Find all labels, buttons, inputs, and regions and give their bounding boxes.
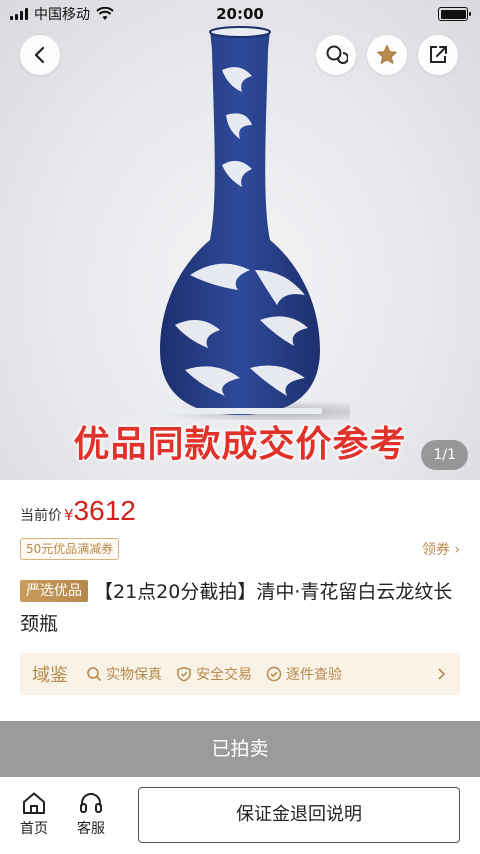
check-circle-icon <box>266 666 282 682</box>
home-label: 首页 <box>20 821 48 837</box>
current-price: 当前价 ¥ 3612 <box>20 495 136 527</box>
search-icon <box>87 667 102 682</box>
chevron-left-icon <box>34 46 45 64</box>
back-button[interactable] <box>20 35 60 75</box>
share-icon <box>430 46 447 63</box>
star-icon <box>377 45 397 64</box>
assurance-bar[interactable]: 域鉴 实物保真 安全交易 逐件查验 <box>20 653 460 695</box>
item-title: 严选优品 【21点20分截拍】清中·青花留白云龙纹长颈瓶 <box>20 576 460 640</box>
image-pager: 1/1 <box>421 440 468 470</box>
deposit-refund-button[interactable]: 保证金退回说明 <box>138 787 460 843</box>
service-label: 客服 <box>77 821 105 837</box>
wifi-icon <box>96 7 114 20</box>
headset-icon <box>80 793 102 813</box>
vase-image <box>158 26 350 420</box>
assurance-item: 实物保真 <box>86 664 162 684</box>
sold-status-bar: 已拍卖 <box>0 721 480 777</box>
chat-button[interactable] <box>316 35 356 75</box>
coupon-badge[interactable]: 50元优品满减券 <box>20 538 120 560</box>
selection-tag: 严选优品 <box>20 580 88 602</box>
product-image[interactable]: 中国移动 20:00 优品同款成交价参考 1/1 <box>0 0 480 480</box>
favorite-button[interactable] <box>367 35 407 75</box>
shield-icon <box>177 666 191 682</box>
bottom-bar: 首页 客服 保证金退回说明 <box>0 777 480 854</box>
share-button[interactable] <box>418 35 458 75</box>
price-value: 3612 <box>73 495 136 526</box>
chat-icon <box>326 45 348 64</box>
home-icon <box>23 792 45 814</box>
assurance-item: 安全交易 <box>176 664 252 684</box>
price-currency: ¥ <box>64 506 74 524</box>
battery-icon <box>438 7 471 21</box>
chevron-right-icon <box>438 668 446 680</box>
signal-icon <box>10 8 28 20</box>
price-label: 当前价 <box>20 508 62 524</box>
carrier-label: 中国移动 <box>34 7 90 23</box>
claim-coupon-link[interactable]: 领券 › <box>422 539 460 559</box>
assurance-item: 逐件查验 <box>266 664 342 684</box>
assurance-brand: 域鉴 <box>32 665 68 686</box>
status-bar: 中国移动 20:00 <box>0 0 480 28</box>
customer-service-button[interactable]: 客服 <box>77 791 105 838</box>
home-button[interactable]: 首页 <box>20 791 48 838</box>
price-reference-banner: 优品同款成交价参考 <box>73 423 407 466</box>
